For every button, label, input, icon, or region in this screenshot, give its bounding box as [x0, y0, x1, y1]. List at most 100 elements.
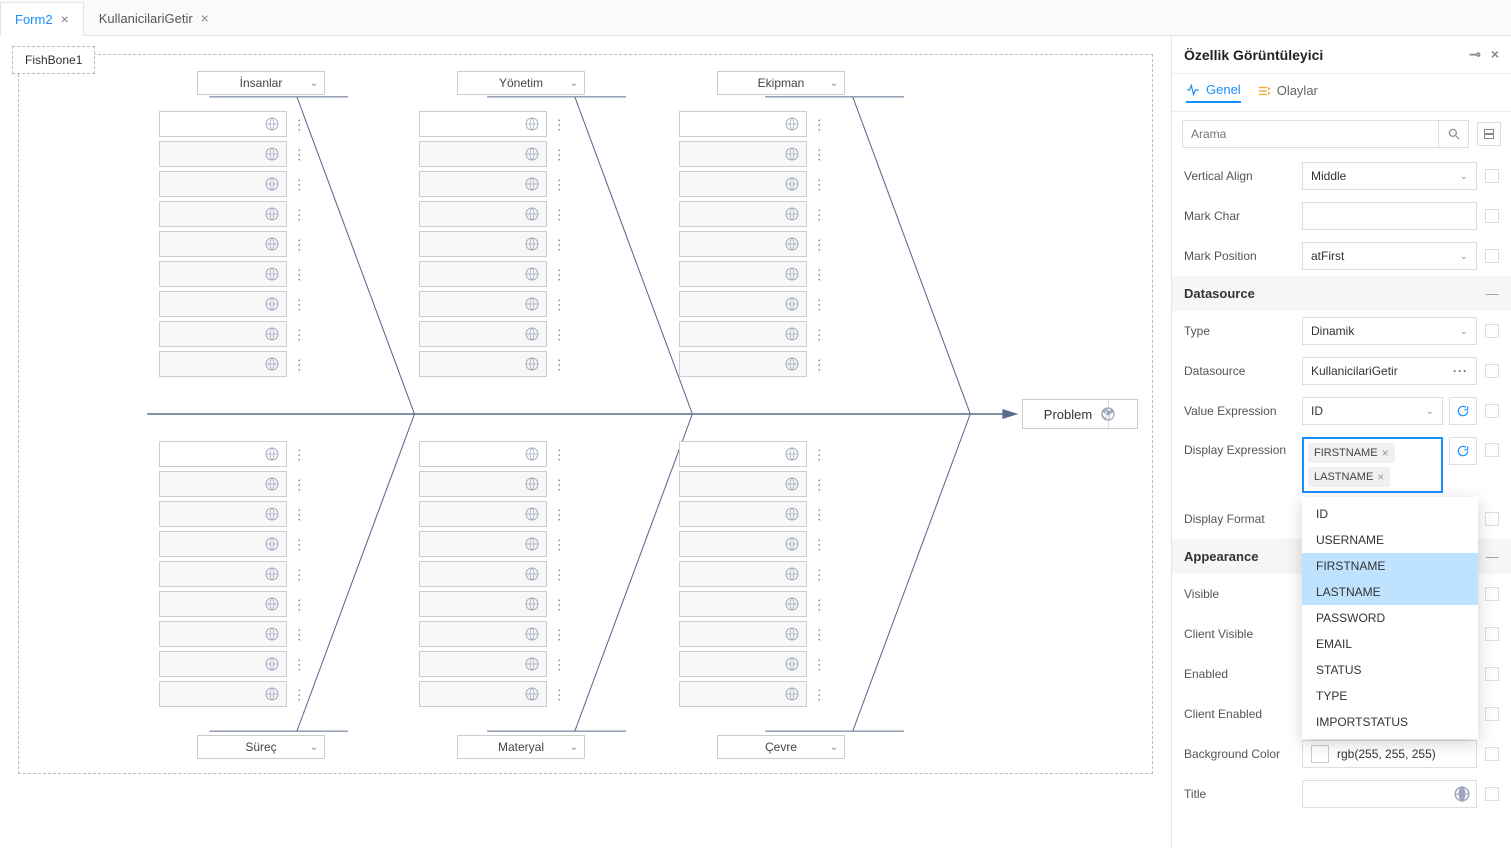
cause-input[interactable] — [159, 261, 287, 287]
kebab-menu-icon[interactable]: ⋯ — [291, 568, 308, 581]
dropdown-option[interactable]: IMPORTSTATUS — [1302, 709, 1478, 735]
cause-input[interactable] — [419, 261, 547, 287]
kebab-menu-icon[interactable]: ⋯ — [811, 328, 828, 341]
cause-input[interactable] — [419, 681, 547, 707]
cause-input[interactable] — [679, 441, 807, 467]
kebab-menu-icon[interactable]: ⋯ — [551, 478, 568, 491]
mark-position-select[interactable]: atFirst⌄ — [1302, 242, 1477, 270]
prop-flag[interactable] — [1485, 627, 1499, 641]
cause-input[interactable] — [419, 141, 547, 167]
cause-input[interactable] — [419, 291, 547, 317]
kebab-menu-icon[interactable]: ⋯ — [811, 178, 828, 191]
prop-flag[interactable] — [1485, 512, 1499, 526]
kebab-menu-icon[interactable]: ⋯ — [291, 688, 308, 701]
kebab-menu-icon[interactable]: ⋯ — [811, 358, 828, 371]
collapse-all-button[interactable] — [1477, 122, 1501, 146]
cause-input[interactable] — [159, 561, 287, 587]
prop-flag[interactable] — [1485, 209, 1499, 223]
cause-input[interactable] — [679, 681, 807, 707]
chip-remove-icon[interactable]: × — [1377, 470, 1384, 484]
prop-flag[interactable] — [1485, 747, 1499, 761]
design-canvas[interactable]: FishBone1 — [0, 36, 1171, 848]
kebab-menu-icon[interactable]: ⋯ — [291, 118, 308, 131]
cause-input[interactable] — [679, 471, 807, 497]
cause-input[interactable] — [159, 291, 287, 317]
cause-input[interactable] — [679, 231, 807, 257]
kebab-menu-icon[interactable]: ⋯ — [291, 268, 308, 281]
cause-input[interactable] — [679, 111, 807, 137]
search-input[interactable] — [1183, 121, 1438, 147]
kebab-menu-icon[interactable]: ⋯ — [291, 478, 308, 491]
kebab-menu-icon[interactable]: ⋯ — [291, 328, 308, 341]
cause-input[interactable] — [419, 321, 547, 347]
prop-flag[interactable] — [1485, 707, 1499, 721]
prop-flag[interactable] — [1485, 364, 1499, 378]
kebab-menu-icon[interactable]: ⋯ — [551, 118, 568, 131]
title-input[interactable] — [1302, 780, 1477, 808]
cause-input[interactable] — [679, 501, 807, 527]
cause-input[interactable] — [419, 471, 547, 497]
kebab-menu-icon[interactable]: ⋯ — [551, 628, 568, 641]
kebab-menu-icon[interactable]: ⋯ — [551, 658, 568, 671]
dropdown-option[interactable]: FIRSTNAME — [1302, 553, 1478, 579]
prop-flag[interactable] — [1485, 587, 1499, 601]
cause-input[interactable] — [419, 201, 547, 227]
cause-input[interactable] — [419, 651, 547, 677]
cause-input[interactable] — [679, 351, 807, 377]
kebab-menu-icon[interactable]: ⋯ — [551, 568, 568, 581]
kebab-menu-icon[interactable]: ⋯ — [291, 598, 308, 611]
tab-general[interactable]: Genel — [1186, 82, 1241, 103]
cause-input[interactable] — [159, 651, 287, 677]
cause-input[interactable] — [159, 531, 287, 557]
kebab-menu-icon[interactable]: ⋯ — [811, 508, 828, 521]
ellipsis-button[interactable]: ··· — [1453, 364, 1468, 378]
kebab-menu-icon[interactable]: ⋯ — [551, 238, 568, 251]
kebab-menu-icon[interactable]: ⋯ — [551, 178, 568, 191]
cause-input[interactable] — [159, 141, 287, 167]
section-datasource[interactable]: Datasource— — [1172, 276, 1511, 311]
kebab-menu-icon[interactable]: ⋯ — [551, 448, 568, 461]
cause-input[interactable] — [419, 231, 547, 257]
cause-input[interactable] — [679, 621, 807, 647]
prop-flag[interactable] — [1485, 667, 1499, 681]
kebab-menu-icon[interactable]: ⋯ — [551, 538, 568, 551]
cause-input[interactable] — [159, 441, 287, 467]
kebab-menu-icon[interactable]: ⋯ — [811, 238, 828, 251]
kebab-menu-icon[interactable]: ⋯ — [551, 358, 568, 371]
dropdown-option[interactable]: USERNAME — [1302, 527, 1478, 553]
kebab-menu-icon[interactable]: ⋯ — [551, 298, 568, 311]
kebab-menu-icon[interactable]: ⋯ — [551, 328, 568, 341]
category-dropdown-cevre[interactable]: Çevre⌄ — [717, 735, 845, 759]
kebab-menu-icon[interactable]: ⋯ — [291, 298, 308, 311]
chip-remove-icon[interactable]: × — [1382, 446, 1389, 460]
cause-input[interactable] — [419, 621, 547, 647]
kebab-menu-icon[interactable]: ⋯ — [291, 448, 308, 461]
cause-input[interactable] — [679, 261, 807, 287]
kebab-menu-icon[interactable]: ⋯ — [291, 628, 308, 641]
category-dropdown-insanlar[interactable]: İnsanlar⌄ — [197, 71, 325, 95]
close-icon[interactable]: × — [1491, 46, 1499, 63]
prop-flag[interactable] — [1485, 169, 1499, 183]
kebab-menu-icon[interactable]: ⋯ — [811, 298, 828, 311]
dropdown-option[interactable]: ID — [1302, 501, 1478, 527]
dropdown-option[interactable]: EMAIL — [1302, 631, 1478, 657]
kebab-menu-icon[interactable]: ⋯ — [551, 508, 568, 521]
cause-input[interactable] — [419, 591, 547, 617]
cause-input[interactable] — [419, 441, 547, 467]
kebab-menu-icon[interactable]: ⋯ — [551, 598, 568, 611]
prop-flag[interactable] — [1485, 324, 1499, 338]
cause-input[interactable] — [159, 171, 287, 197]
kebab-menu-icon[interactable]: ⋯ — [811, 118, 828, 131]
tab-events[interactable]: Olaylar — [1257, 82, 1318, 103]
value-expression-select[interactable]: ID⌄ — [1302, 397, 1443, 425]
cause-input[interactable] — [419, 171, 547, 197]
prop-flag[interactable] — [1485, 249, 1499, 263]
search-button[interactable] — [1438, 121, 1468, 147]
close-icon[interactable]: × — [201, 10, 209, 26]
cause-input[interactable] — [679, 531, 807, 557]
cause-input[interactable] — [159, 471, 287, 497]
kebab-menu-icon[interactable]: ⋯ — [551, 268, 568, 281]
kebab-menu-icon[interactable]: ⋯ — [811, 538, 828, 551]
type-select[interactable]: Dinamik⌄ — [1302, 317, 1477, 345]
tab-form2[interactable]: Form2 × — [0, 2, 84, 36]
